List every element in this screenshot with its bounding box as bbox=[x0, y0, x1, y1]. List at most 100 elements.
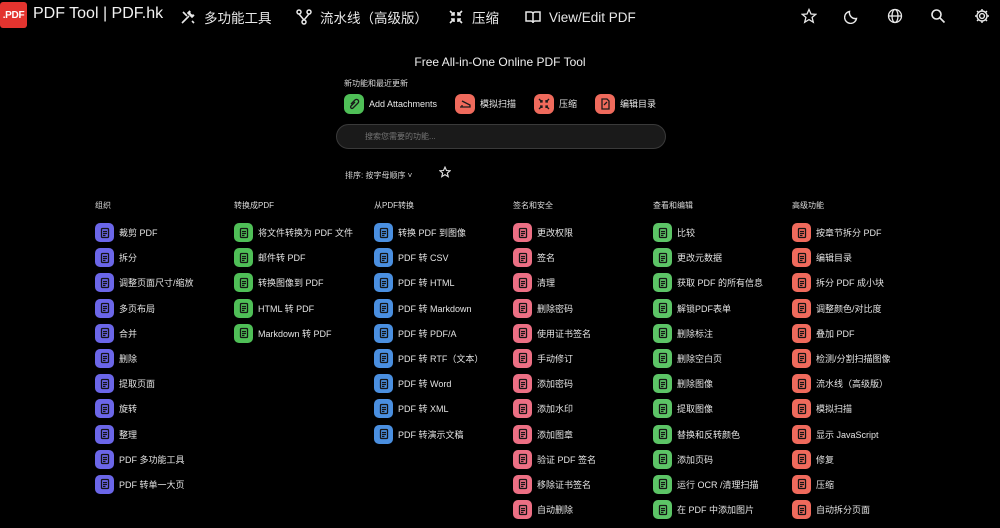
tool-item[interactable]: PDF 转单一大页 bbox=[95, 474, 235, 500]
settings-button[interactable] bbox=[973, 7, 991, 25]
tool-item[interactable]: 压缩 bbox=[792, 474, 932, 500]
tool-item[interactable]: 拆分 PDF 成小块 bbox=[792, 273, 932, 298]
tool-icon bbox=[513, 449, 532, 469]
tool-item[interactable]: 自动拆分页面 bbox=[792, 500, 932, 525]
top-nav: .PDF PDF Tool | PDF.hk 多功能工具 流水线（高级版） 压缩… bbox=[0, 0, 1000, 34]
tool-item[interactable]: 在 PDF 中添加图片 bbox=[653, 500, 793, 525]
recent-edit-toc[interactable]: 编辑目录 bbox=[595, 93, 656, 114]
tool-icon bbox=[95, 248, 114, 268]
tool-item[interactable]: 签名 bbox=[513, 248, 653, 273]
tool-item[interactable]: 转换图像到 PDF bbox=[234, 273, 374, 298]
tool-item[interactable]: HTML 转 PDF bbox=[234, 298, 374, 324]
tool-icon bbox=[653, 424, 672, 444]
brand-title[interactable]: PDF Tool | PDF.hk bbox=[33, 5, 163, 23]
tool-item[interactable]: 流水线（高级版） bbox=[792, 374, 932, 399]
tool-item[interactable]: 更改元数据 bbox=[653, 248, 793, 273]
search-button[interactable] bbox=[929, 7, 947, 25]
tool-item[interactable]: 提取图像 bbox=[653, 399, 793, 424]
logo[interactable]: .PDF bbox=[0, 2, 27, 28]
tool-icon bbox=[513, 248, 532, 268]
tool-item[interactable]: 自动删除 bbox=[513, 500, 653, 525]
tool-icon bbox=[792, 500, 811, 520]
tool-item[interactable]: 显示 JavaScript bbox=[792, 424, 932, 450]
tool-label: 删除空白页 bbox=[677, 353, 723, 364]
tool-label: 按章节拆分 PDF bbox=[816, 228, 882, 238]
tool-item[interactable]: 调整页面尺寸/缩放 bbox=[95, 273, 235, 298]
sort-dropdown[interactable]: 排序: 按字母顺序 ˅ bbox=[345, 170, 412, 181]
tool-item[interactable]: 模拟扫描 bbox=[792, 399, 932, 424]
tool-item[interactable]: 合并 bbox=[95, 323, 235, 349]
edit-toc-icon bbox=[595, 93, 615, 114]
tool-item[interactable]: 移除证书签名 bbox=[513, 474, 653, 500]
tool-item[interactable]: 检测/分割扫描图像 bbox=[792, 348, 932, 374]
tool-item[interactable]: 提取页面 bbox=[95, 374, 235, 399]
tool-item[interactable]: 调整颜色/对比度 bbox=[792, 298, 932, 324]
recent-compress[interactable]: 压缩 bbox=[534, 93, 577, 114]
tool-item[interactable]: 旋转 bbox=[95, 399, 235, 424]
category-advanced: 高级功能 按章节拆分 PDF 编辑目录 拆分 PDF 成小块 调整颜色/对比度 叠加 PD… bbox=[792, 200, 932, 525]
tool-item[interactable]: 运行 OCR /清理扫描 bbox=[653, 474, 793, 500]
tool-item[interactable]: 比较 bbox=[653, 223, 793, 248]
tool-item[interactable]: 邮件转 PDF bbox=[234, 248, 374, 273]
tool-item[interactable]: 手动修订 bbox=[513, 348, 653, 374]
tool-item[interactable]: 删除图像 bbox=[653, 374, 793, 399]
tool-item[interactable]: 裁剪 PDF bbox=[95, 223, 235, 248]
tool-icon bbox=[513, 348, 532, 368]
tool-item[interactable]: 解锁PDF表单 bbox=[653, 298, 793, 324]
tool-item[interactable]: Markdown 转 PDF bbox=[234, 323, 374, 349]
tool-item[interactable]: PDF 多功能工具 bbox=[95, 449, 235, 475]
tool-item[interactable]: 转换 PDF 到图像 bbox=[374, 223, 514, 248]
book-icon bbox=[525, 11, 541, 24]
tool-item[interactable]: 添加图章 bbox=[513, 424, 653, 450]
tool-item[interactable]: 整理 bbox=[95, 424, 235, 450]
tool-item[interactable]: 使用证书签名 bbox=[513, 323, 653, 349]
tool-item[interactable]: 获取 PDF 的所有信息 bbox=[653, 273, 793, 298]
tool-item[interactable]: PDF 转 PDF/A bbox=[374, 323, 514, 349]
tool-item[interactable]: 多页布局 bbox=[95, 298, 235, 324]
tool-icon bbox=[95, 348, 114, 368]
tool-item[interactable]: 删除空白页 bbox=[653, 348, 793, 374]
tool-item[interactable]: 编辑目录 bbox=[792, 248, 932, 273]
tool-item[interactable]: 添加页码 bbox=[653, 449, 793, 475]
tool-item[interactable]: 删除 bbox=[95, 348, 235, 374]
tool-item[interactable]: 验证 PDF 签名 bbox=[513, 449, 653, 475]
favorites-star-icon[interactable] bbox=[439, 166, 451, 178]
language-button[interactable] bbox=[886, 7, 904, 25]
tool-label: 合并 bbox=[119, 328, 138, 339]
tool-item[interactable]: PDF 转 CSV bbox=[374, 248, 514, 273]
tool-item[interactable]: 按章节拆分 PDF bbox=[792, 223, 932, 248]
tool-item[interactable]: PDF 转 Markdown bbox=[374, 298, 514, 324]
tool-label: 整理 bbox=[119, 429, 138, 440]
tool-item[interactable]: 拆分 bbox=[95, 248, 235, 273]
tool-item[interactable]: 更改权限 bbox=[513, 223, 653, 248]
tool-item[interactable]: 删除标注 bbox=[653, 323, 793, 349]
tool-label: PDF 转 PDF/A bbox=[398, 328, 457, 339]
tool-item[interactable]: PDF 转 HTML bbox=[374, 273, 514, 298]
nav-multi-tool[interactable]: 多功能工具 bbox=[180, 7, 272, 27]
tool-item[interactable]: PDF 转 XML bbox=[374, 399, 514, 424]
nav-pipeline[interactable]: 流水线（高级版） bbox=[296, 7, 428, 27]
tool-icon bbox=[792, 449, 811, 469]
nav-view-edit[interactable]: View/Edit PDF bbox=[525, 7, 636, 27]
tool-item[interactable]: 替换和反转颜色 bbox=[653, 424, 793, 450]
tool-item[interactable]: 清理 bbox=[513, 273, 653, 298]
tool-item[interactable]: PDF 转 Word bbox=[374, 374, 514, 399]
nav-label: 压缩 bbox=[472, 11, 499, 26]
star-button[interactable] bbox=[800, 7, 818, 25]
tool-item[interactable]: PDF 转 RTF（文本） bbox=[374, 348, 514, 374]
recent-add-attachments[interactable]: Add Attachments bbox=[344, 93, 437, 114]
tool-label: 裁剪 PDF bbox=[119, 228, 158, 238]
search-input[interactable] bbox=[336, 124, 666, 149]
nav-compress[interactable]: 压缩 bbox=[448, 7, 499, 27]
nav-label: View/Edit PDF bbox=[549, 9, 636, 25]
recent-simulate-scan[interactable]: 模拟扫描 bbox=[455, 93, 516, 114]
theme-button[interactable] bbox=[843, 7, 861, 25]
tool-item[interactable]: 叠加 PDF bbox=[792, 323, 932, 349]
tool-item[interactable]: PDF 转演示文稿 bbox=[374, 424, 514, 450]
tool-item[interactable]: 添加密码 bbox=[513, 374, 653, 399]
tool-item[interactable]: 修复 bbox=[792, 449, 932, 475]
tool-item[interactable]: 将文件转换为 PDF 文件 bbox=[234, 223, 374, 248]
tool-item[interactable]: 添加水印 bbox=[513, 399, 653, 424]
tool-label: PDF 转 Markdown bbox=[398, 303, 472, 314]
tool-item[interactable]: 删除密码 bbox=[513, 298, 653, 324]
